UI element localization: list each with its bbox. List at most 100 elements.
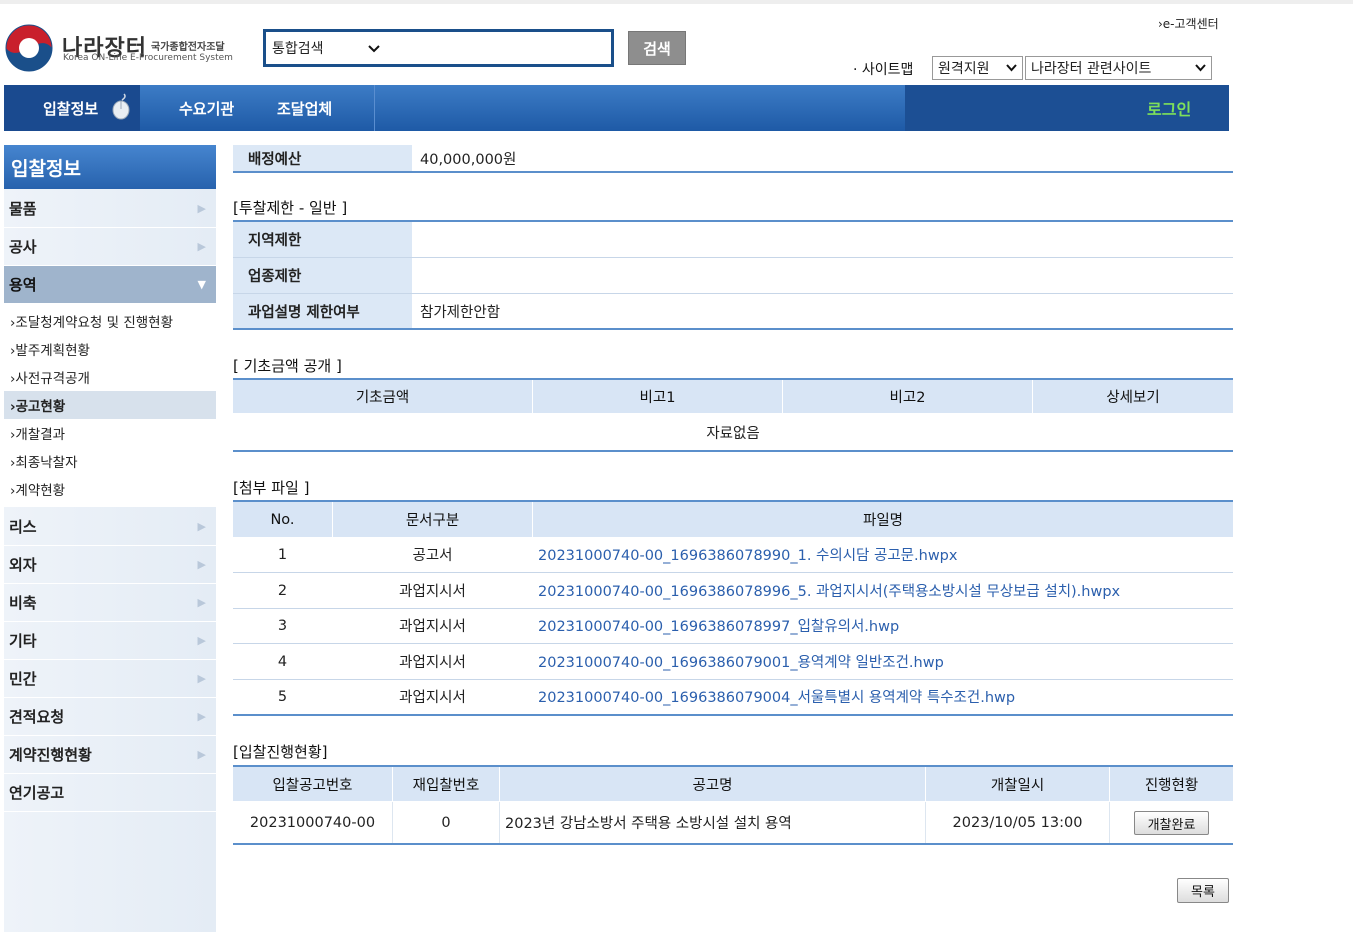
col-note1: 비고1 bbox=[639, 390, 676, 406]
nav-demand-agency[interactable]: 수요기관 bbox=[179, 85, 234, 131]
sidebar-item-lease[interactable]: 리스 ▶ bbox=[4, 508, 216, 546]
col-open-date: 개찰일시 bbox=[990, 777, 1045, 794]
attachment-type: 공고서 bbox=[412, 548, 453, 564]
col-status: 진행현황 bbox=[1144, 777, 1199, 794]
col-detail: 상세보기 bbox=[1106, 390, 1160, 406]
sidebar-item-label: 연기공고 bbox=[9, 784, 65, 802]
top-strip bbox=[0, 0, 1353, 4]
divider bbox=[233, 328, 1233, 330]
attachment-file-link[interactable]: 20231000740-00_1696386078996_5. 과업지시서(주택… bbox=[538, 573, 1120, 608]
sidebar-item-label: 물품 bbox=[9, 200, 37, 218]
attachment-no: 2 bbox=[277, 582, 288, 599]
sidebar-item-label: 용역 bbox=[9, 276, 37, 294]
sidebar-item-etc[interactable]: 기타 ▶ bbox=[4, 622, 216, 660]
submenu-opening-result[interactable]: ›개찰결과 bbox=[4, 419, 216, 447]
budget-label: 배정예산 bbox=[233, 145, 412, 171]
sidebar-title: 입찰정보 bbox=[4, 145, 216, 189]
sidebar-item-label: 외자 bbox=[9, 556, 37, 574]
restriction-title: [투찰제한 - 일반 ] bbox=[233, 199, 348, 217]
col-notice-name: 공고명 bbox=[692, 777, 733, 794]
empty-message: 자료없음 bbox=[706, 425, 760, 442]
notice-no: 20231000740-00 bbox=[249, 814, 376, 831]
sidebar-item-label: 비축 bbox=[9, 594, 37, 612]
remote-support-select[interactable]: 원격지원 bbox=[932, 56, 1023, 80]
divider bbox=[233, 843, 1233, 845]
region-restriction-label: 지역제한 bbox=[233, 222, 412, 257]
sidebar-item-service[interactable]: 용역 ▼ bbox=[4, 266, 216, 304]
submenu-contract-request[interactable]: ›조달청계약요청 및 진행현황 bbox=[4, 307, 216, 335]
nav-divider bbox=[374, 85, 375, 131]
login-button[interactable]: 로그인 bbox=[1147, 85, 1191, 131]
attachment-file-link[interactable]: 20231000740-00_1696386078990_1. 수의시담 공고문… bbox=[538, 537, 957, 572]
submenu-contract-status[interactable]: ›계약현황 bbox=[4, 475, 216, 503]
attachment-no: 1 bbox=[277, 546, 288, 563]
submenu-order-plan[interactable]: ›발주계획현황 bbox=[4, 335, 216, 363]
sidebar-item-goods[interactable]: 물품 ▶ bbox=[4, 190, 216, 228]
open-date: 2023/10/05 13:00 bbox=[952, 814, 1083, 831]
sidebar-item-stockpile[interactable]: 비축 ▶ bbox=[4, 584, 216, 622]
chevron-right-icon: ▶ bbox=[197, 596, 206, 609]
nav-bid-info[interactable]: 입찰정보 bbox=[43, 85, 98, 131]
attachment-no: 3 bbox=[277, 617, 288, 634]
attachment-type: 과업지시서 bbox=[399, 690, 466, 706]
chevron-right-icon: ▶ bbox=[197, 634, 206, 647]
sidebar-item-label: 민간 bbox=[9, 670, 37, 688]
submenu-final-winner[interactable]: ›최종낙찰자 bbox=[4, 447, 216, 475]
chevron-down-icon bbox=[1195, 64, 1206, 72]
budget-value: 40,000,000원 bbox=[420, 151, 517, 168]
sidebar-item-foreign[interactable]: 외자 ▶ bbox=[4, 546, 216, 584]
remote-support-value: 원격지원 bbox=[938, 61, 990, 77]
chevron-right-icon: ▶ bbox=[197, 240, 206, 253]
task-briefing-label: 과업설명 제한여부 bbox=[233, 294, 412, 328]
attachment-file-link[interactable]: 20231000740-00_1696386079004_서울특별시 용역계약 … bbox=[538, 679, 1015, 714]
sidebar-item-contract-progress[interactable]: 계약진행현황 ▶ bbox=[4, 736, 216, 774]
base-amount-title: [ 기초금액 공개 ] bbox=[233, 357, 342, 375]
nav-supplier[interactable]: 조달업체 bbox=[277, 85, 332, 131]
opening-complete-button[interactable]: 개찰완료 bbox=[1134, 811, 1209, 835]
chevron-right-icon: ▶ bbox=[197, 520, 206, 533]
chevron-right-icon: ▶ bbox=[197, 748, 206, 761]
brand-subtitle: 국가종합전자조달 bbox=[151, 42, 225, 53]
col-no: No. bbox=[270, 511, 295, 528]
attachment-type: 과업지시서 bbox=[399, 584, 466, 600]
customer-center-link[interactable]: ›e-고객센터 bbox=[1158, 15, 1219, 32]
col-notice-no: 입찰공고번호 bbox=[272, 777, 353, 794]
list-button[interactable]: 목록 bbox=[1177, 878, 1229, 903]
mouse-icon bbox=[112, 93, 130, 120]
chevron-down-icon: ▼ bbox=[197, 278, 206, 291]
notice-name: 2023년 강남소방서 주택용 소방시설 설치 용역 bbox=[505, 816, 792, 832]
attachment-type: 과업지시서 bbox=[399, 655, 466, 671]
search-button[interactable]: 검색 bbox=[628, 31, 686, 65]
attachments-title: [첨부 파일 ] bbox=[233, 479, 310, 497]
attachment-file-link[interactable]: 20231000740-00_1696386079001_용역계약 일반조건.h… bbox=[538, 644, 944, 679]
col-note2: 비고2 bbox=[889, 390, 926, 406]
progress-title: [입찰진행현황] bbox=[233, 743, 328, 761]
chevron-down-icon bbox=[1006, 64, 1017, 72]
sidebar-item-private[interactable]: 민간 ▶ bbox=[4, 660, 216, 698]
chevron-right-icon: ▶ bbox=[197, 672, 206, 685]
sidebar-item-quote-request[interactable]: 견적요청 ▶ bbox=[4, 698, 216, 736]
sidebar-item-label: 리스 bbox=[9, 518, 37, 536]
rebid-no: 0 bbox=[441, 814, 451, 831]
chevron-down-icon bbox=[368, 45, 380, 53]
search-scope-select[interactable]: 통합검색 bbox=[272, 38, 324, 58]
attachment-type: 과업지시서 bbox=[399, 619, 466, 635]
sitemap-link[interactable]: · 사이트맵 bbox=[853, 59, 913, 79]
sidebar-item-label: 공사 bbox=[9, 238, 37, 256]
submenu-notice-status[interactable]: ›공고현황 bbox=[4, 391, 216, 419]
brand-english: Korea ON-Line E-Procurement System bbox=[63, 53, 233, 63]
col-filename: 파일명 bbox=[862, 513, 904, 529]
submenu-pre-spec[interactable]: ›사전규격공개 bbox=[4, 363, 216, 391]
sidebar-item-postponed[interactable]: 연기공고 bbox=[4, 774, 216, 812]
sidebar-item-construction[interactable]: 공사 ▶ bbox=[4, 228, 216, 266]
divider bbox=[233, 171, 1233, 173]
col-divider bbox=[1109, 802, 1110, 843]
attachment-file-link[interactable]: 20231000740-00_1696386078997_입찰유의서.hwp bbox=[538, 608, 899, 643]
divider bbox=[233, 714, 1233, 716]
government-logo-icon[interactable] bbox=[4, 24, 54, 72]
related-sites-value: 나라장터 관련사이트 bbox=[1031, 61, 1152, 77]
sidebar-item-label: 견적요청 bbox=[9, 708, 65, 726]
col-rebid-no: 재입찰번호 bbox=[412, 777, 480, 794]
attachment-no: 4 bbox=[277, 653, 288, 670]
related-sites-select[interactable]: 나라장터 관련사이트 bbox=[1025, 56, 1212, 80]
